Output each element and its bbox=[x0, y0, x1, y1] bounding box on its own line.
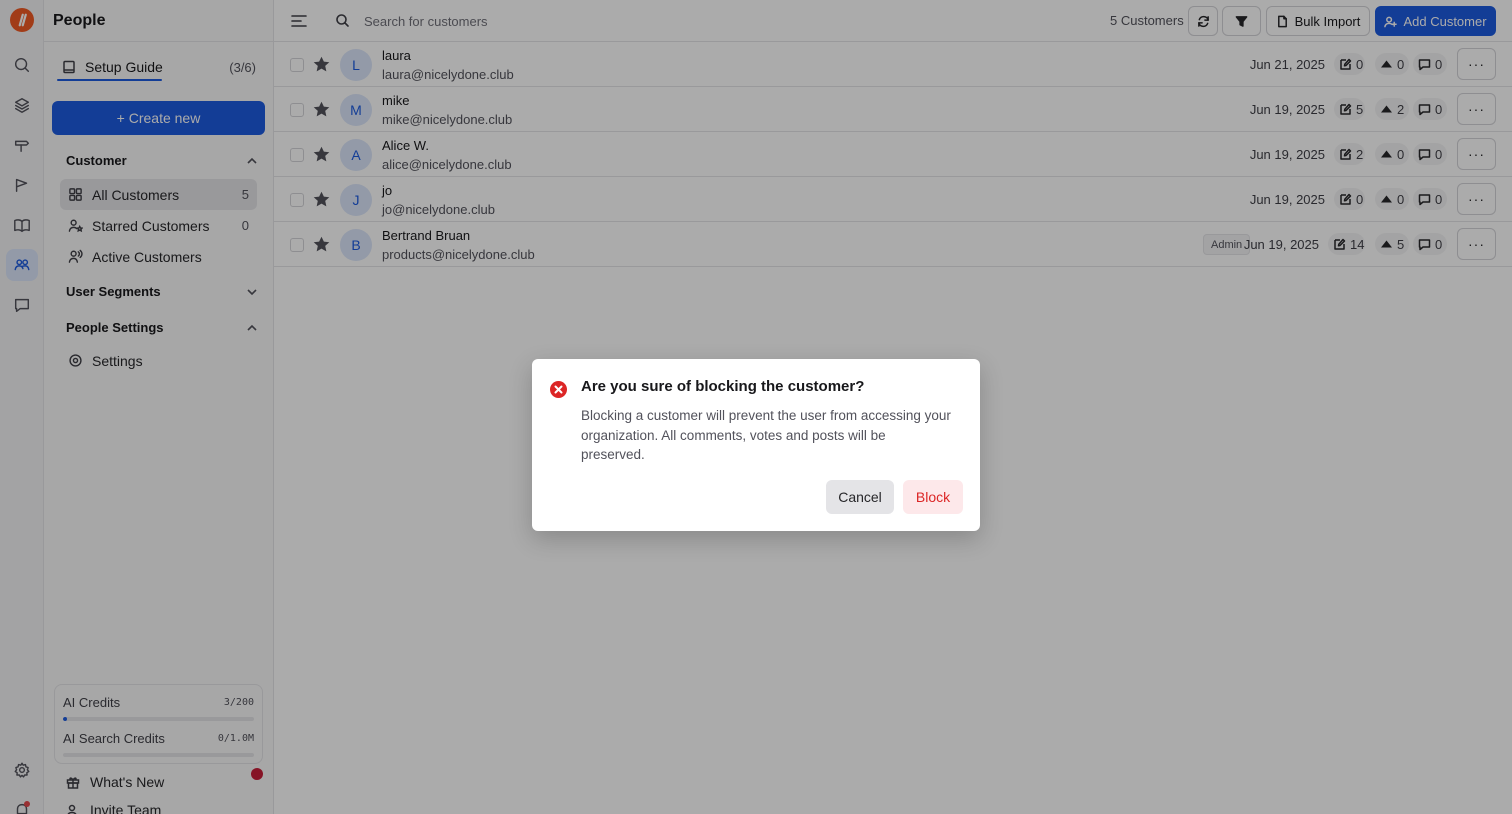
block-customer-dialog: Are you sure of blocking the customer? B… bbox=[532, 359, 980, 531]
dialog-title: Are you sure of blocking the customer? bbox=[581, 378, 865, 395]
dialog-message: Blocking a customer will prevent the use… bbox=[581, 408, 951, 462]
block-button[interactable]: Block bbox=[903, 480, 963, 514]
error-icon bbox=[550, 381, 567, 398]
cancel-button[interactable]: Cancel bbox=[826, 480, 894, 514]
